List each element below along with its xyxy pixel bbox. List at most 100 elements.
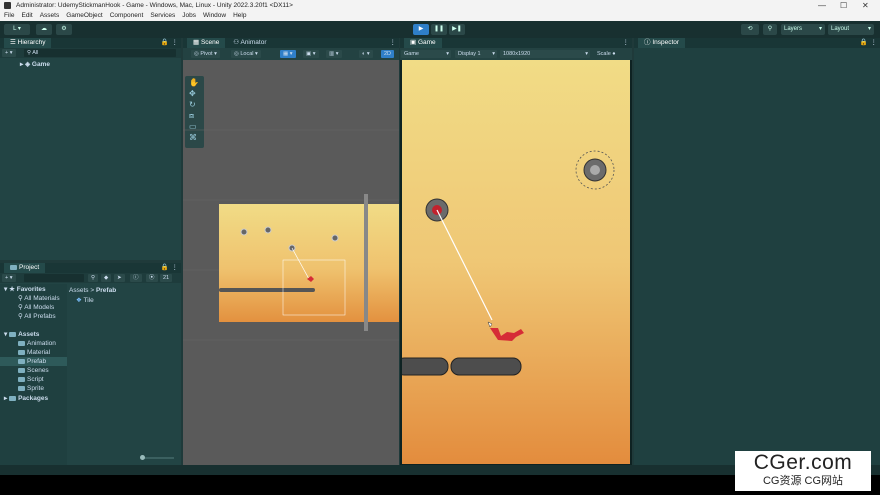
lock-icon[interactable]: 🔒 — [161, 38, 169, 48]
visibility-icon[interactable]: ⦿ — [146, 274, 158, 282]
tab-project[interactable]: Project — [4, 263, 46, 273]
search-icon: ⚲ — [18, 295, 23, 302]
draw-mode-icon[interactable]: ◐ ▾ — [359, 50, 373, 58]
packages-header[interactable]: ▸ Packages — [4, 394, 48, 403]
favorites-label: Favorites — [16, 286, 46, 293]
create-button[interactable]: + ▾ — [2, 274, 16, 282]
info-icon[interactable]: ⓘ — [130, 274, 142, 282]
chevron-down-icon: ▾ — [818, 26, 822, 32]
search-icon[interactable]: ⚲ — [763, 24, 777, 35]
game-mode-dropdown[interactable]: Game ▾ — [401, 50, 451, 58]
pivot-dropdown[interactable]: ◎ Pivot ▾ — [191, 50, 220, 58]
tab-hierarchy[interactable]: ☰ Hierarchy — [4, 38, 52, 48]
align-icon[interactable]: ▥ ▾ — [326, 50, 342, 58]
packages-label: Packages — [18, 395, 49, 402]
game-viewport[interactable] — [402, 60, 630, 464]
project-search-input[interactable] — [24, 274, 84, 282]
unity-scene-icon: ◈ — [25, 61, 31, 68]
tab-game[interactable]: ▣ Game — [404, 38, 442, 48]
close-button[interactable]: ✕ — [862, 0, 869, 11]
history-icon[interactable]: ⟲ — [741, 24, 759, 35]
favorites-header[interactable]: ▾ ★ Favorites — [4, 285, 46, 294]
scene-hook — [240, 228, 248, 236]
more-icon[interactable]: ⋮ — [390, 38, 397, 48]
more-icon[interactable]: ⋮ — [172, 263, 179, 273]
menu-edit[interactable]: Edit — [21, 12, 32, 19]
tag-icon[interactable]: ➤ — [114, 274, 125, 282]
favorite-item-label: All Models — [24, 304, 55, 311]
asset-folder-selected[interactable]: Prefab — [0, 357, 67, 366]
prefab-icon: ❖ — [76, 297, 82, 304]
scene-toolbar: ◎ Pivot ▾ ◎ Local ▾ ▦ ▾ ▣ ▾ ▥ ▾ ◐ ▾ 2D — [183, 48, 399, 60]
add-button[interactable]: + ▾ — [2, 49, 16, 57]
more-icon[interactable]: ⋮ — [172, 38, 179, 48]
asset-folder[interactable]: Animation — [18, 339, 56, 348]
icon-size-slider[interactable] — [142, 457, 174, 459]
asset-folder[interactable]: Scenes — [18, 366, 49, 375]
maximize-button[interactable]: ☐ — [840, 0, 847, 11]
more-icon[interactable]: ⋮ — [623, 38, 630, 48]
inspector-tab-label: Inspector — [652, 39, 680, 46]
display-dropdown[interactable]: Display 1 ▾ — [455, 50, 497, 58]
local-dropdown[interactable]: ◎ Local ▾ — [231, 50, 261, 58]
label-filter-icon[interactable]: ◆ — [101, 274, 112, 282]
breadcrumb-item[interactable]: Assets — [69, 287, 89, 294]
more-icon[interactable]: ⋮ — [871, 38, 878, 48]
favorite-item[interactable]: ⚲ All Prefabs — [18, 312, 56, 321]
account-dropdown[interactable]: L ▾ — [4, 24, 30, 35]
layout-dropdown[interactable]: Layout ▾ — [828, 24, 874, 35]
project-toolbar: + ▾ ⚲ ◆ ➤ ⓘ ⦿ 21 — [0, 273, 181, 283]
pause-button[interactable]: ❚❚ — [431, 24, 447, 35]
menu-gameobject[interactable]: GameObject — [66, 12, 103, 19]
resolution-dropdown[interactable]: 1080x1920 ▾ — [500, 50, 590, 58]
collab-icon[interactable]: ⚙ — [56, 24, 72, 35]
menu-jobs[interactable]: Jobs — [182, 12, 196, 19]
window-title: Administrator: UdemyStickmanHook - Game … — [16, 2, 293, 9]
play-button[interactable]: ▶ — [413, 24, 429, 35]
game-hook-center — [590, 165, 600, 175]
asset-folder[interactable]: Script — [18, 375, 44, 384]
mode-2d-toggle[interactable]: 2D — [381, 50, 395, 58]
menu-assets[interactable]: Assets — [40, 12, 60, 19]
favorite-item[interactable]: ⚲ All Models — [18, 303, 54, 312]
menu-services[interactable]: Services — [150, 12, 175, 19]
hierarchy-panel: ☰ Hierarchy 🔒 ⋮ + ▾ ⚲ All ▸ ◈ Game — [0, 38, 181, 260]
tab-animator[interactable]: ⚇ Animator — [227, 38, 272, 48]
step-button[interactable]: ▶❚ — [449, 24, 465, 35]
lock-icon[interactable]: 🔒 — [161, 263, 169, 273]
lock-icon[interactable]: 🔒 — [860, 38, 868, 48]
asset-item[interactable]: ❖ Tile — [76, 296, 94, 305]
hierarchy-tab-label: Hierarchy — [17, 39, 46, 46]
scale-slider[interactable]: Scale ● — [594, 50, 630, 58]
tab-inspector[interactable]: ⓘ Inspector — [638, 38, 686, 48]
window-titlebar: Administrator: UdemyStickmanHook - Game … — [0, 0, 880, 11]
hierarchy-toolbar: + ▾ ⚲ All — [0, 48, 181, 58]
asset-folder[interactable]: Material — [18, 348, 50, 357]
menu-component[interactable]: Component — [110, 12, 144, 19]
game-mode-label: Game — [404, 51, 419, 57]
grid-snap-icon[interactable]: ▦ ▾ — [280, 50, 296, 58]
breadcrumb-item[interactable]: Prefab — [96, 287, 116, 294]
menu-window[interactable]: Window — [203, 12, 226, 19]
cloud-icon[interactable]: ☁ — [36, 24, 52, 35]
layers-dropdown[interactable]: Layers ▾ — [781, 24, 825, 35]
menu-file[interactable]: File — [4, 12, 14, 19]
favorite-item[interactable]: ⚲ All Materials — [18, 294, 60, 303]
watermark-line2: CG资源 CG网站 — [762, 475, 844, 487]
minimize-button[interactable]: — — [818, 0, 826, 11]
tab-scene[interactable]: ▦ Scene — [187, 38, 226, 48]
scene-viewport[interactable] — [183, 60, 399, 465]
menu-help[interactable]: Help — [233, 12, 246, 19]
search-by-type-icon[interactable]: ⚲ — [88, 274, 99, 282]
pivot-label: Pivot — [200, 51, 213, 57]
snap-increment-icon[interactable]: ▣ ▾ — [303, 50, 319, 58]
assets-label: Assets — [18, 331, 40, 338]
unity-app-icon — [4, 2, 11, 9]
assets-header[interactable]: ▾ Assets — [4, 330, 39, 339]
hierarchy-root-game[interactable]: ▸ ◈ Game — [20, 60, 50, 69]
asset-folder[interactable]: Sprite — [18, 384, 44, 393]
hierarchy-search-input[interactable]: ⚲ All — [24, 49, 176, 57]
slider-handle[interactable] — [140, 455, 145, 460]
asset-item-label: Tile — [83, 297, 94, 304]
asset-folder-label: Animation — [27, 340, 56, 347]
